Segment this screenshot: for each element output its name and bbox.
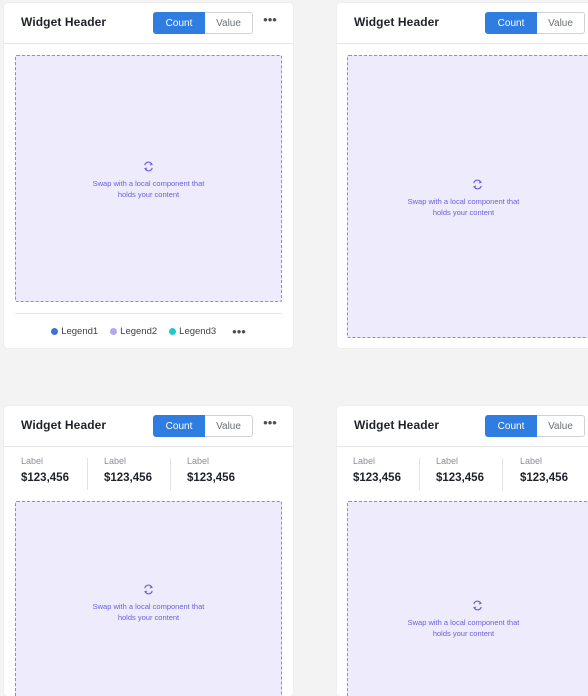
widget-card-4: Widget Header Count Value Label $123,456…	[337, 406, 588, 696]
stats-row: Label $123,456 Label $123,456 Label $123…	[337, 456, 588, 494]
stat-label: Label	[187, 456, 210, 466]
stats-row: Label $123,456 Label $123,456 Label $123…	[4, 456, 293, 494]
legend-item-2[interactable]: Legend2	[110, 326, 157, 337]
stat-divider	[170, 458, 171, 490]
count-toggle-button[interactable]: Count	[485, 415, 537, 437]
value-toggle-button[interactable]: Value	[205, 415, 253, 437]
placeholder-line-1: Swap with a local component that	[407, 618, 520, 627]
widget-header: Widget Header Count Value	[337, 3, 588, 44]
widget-title: Widget Header	[21, 15, 107, 29]
value-toggle-button[interactable]: Value	[537, 415, 585, 437]
widget-title: Widget Header	[354, 15, 440, 29]
stat-item: Label $123,456	[520, 456, 568, 492]
legend-label: Legend3	[179, 326, 217, 337]
stat-item: Label $123,456	[104, 456, 152, 492]
count-toggle-button[interactable]: Count	[153, 415, 205, 437]
stat-value: $123,456	[187, 472, 235, 484]
placeholder-line-2: holds your content	[117, 613, 180, 622]
stat-item: Label $123,456	[353, 456, 401, 492]
placeholder-line-1: Swap with a local component that	[92, 179, 205, 188]
legend-more-icon[interactable]: •••	[232, 325, 246, 338]
stat-value: $123,456	[436, 472, 484, 484]
widget-card-1: Widget Header Count Value ••• Swap with …	[4, 3, 293, 348]
legend-item-1[interactable]: Legend1	[51, 326, 98, 337]
content-placeholder: Swap with a local component that holds y…	[347, 501, 588, 696]
stat-item: Label $123,456	[436, 456, 484, 492]
placeholder-line-1: Swap with a local component that	[92, 602, 205, 611]
count-toggle-button[interactable]: Count	[153, 12, 205, 34]
widget-card-3: Widget Header Count Value ••• Label $123…	[4, 406, 293, 696]
placeholder-line-2: holds your content	[432, 629, 495, 638]
stat-value: $123,456	[21, 472, 69, 484]
legend-label: Legend2	[120, 326, 158, 337]
stat-label: Label	[21, 456, 44, 466]
swap-icon	[472, 600, 482, 611]
widget-header: Widget Header Count Value	[337, 406, 588, 447]
stat-item: Label $123,456	[187, 456, 235, 492]
stat-label: Label	[436, 456, 459, 466]
stat-value: $123,456	[520, 472, 568, 484]
more-options-icon[interactable]: •••	[261, 13, 279, 31]
swap-icon	[144, 161, 153, 172]
stat-item: Label $123,456	[21, 456, 69, 492]
content-placeholder: Swap with a local component that holds y…	[15, 55, 282, 302]
value-toggle-button[interactable]: Value	[205, 12, 253, 34]
legend-item-3[interactable]: Legend3	[169, 326, 216, 337]
content-placeholder: Swap with a local component that holds y…	[15, 501, 282, 696]
legend-dot-icon	[169, 328, 177, 335]
stat-label: Label	[353, 456, 376, 466]
widget-header: Widget Header Count Value •••	[4, 406, 293, 447]
placeholder-line-2: holds your content	[432, 208, 495, 217]
swap-icon	[144, 584, 153, 595]
stat-value: $123,456	[353, 472, 401, 484]
stat-value: $123,456	[104, 472, 152, 484]
placeholder-line-1: Swap with a local component that	[407, 197, 520, 206]
more-options-icon[interactable]: •••	[261, 416, 279, 434]
widget-header: Widget Header Count Value •••	[4, 3, 293, 44]
legend-dot-icon	[110, 328, 118, 335]
legend-label: Legend1	[61, 326, 99, 337]
legend-dot-icon	[51, 328, 59, 335]
widget-card-2: Widget Header Count Value Swap with a lo…	[337, 3, 588, 348]
widget-title: Widget Header	[21, 418, 107, 432]
count-value-toggle: Count Value	[153, 12, 253, 34]
value-toggle-button[interactable]: Value	[537, 12, 585, 34]
stat-divider	[502, 458, 503, 490]
count-value-toggle: Count Value	[153, 415, 253, 437]
count-value-toggle: Count Value	[485, 415, 585, 437]
stat-divider	[419, 458, 420, 490]
chart-legend: Legend1 Legend2 Legend3 •••	[15, 313, 282, 348]
placeholder-line-2: holds your content	[117, 190, 180, 199]
content-placeholder: Swap with a local component that holds y…	[347, 55, 588, 338]
stat-label: Label	[104, 456, 127, 466]
count-value-toggle: Count Value	[485, 12, 585, 34]
stat-divider	[87, 458, 88, 490]
widget-title: Widget Header	[354, 418, 440, 432]
count-toggle-button[interactable]: Count	[485, 12, 537, 34]
swap-icon	[472, 179, 482, 190]
stat-label: Label	[520, 456, 543, 466]
